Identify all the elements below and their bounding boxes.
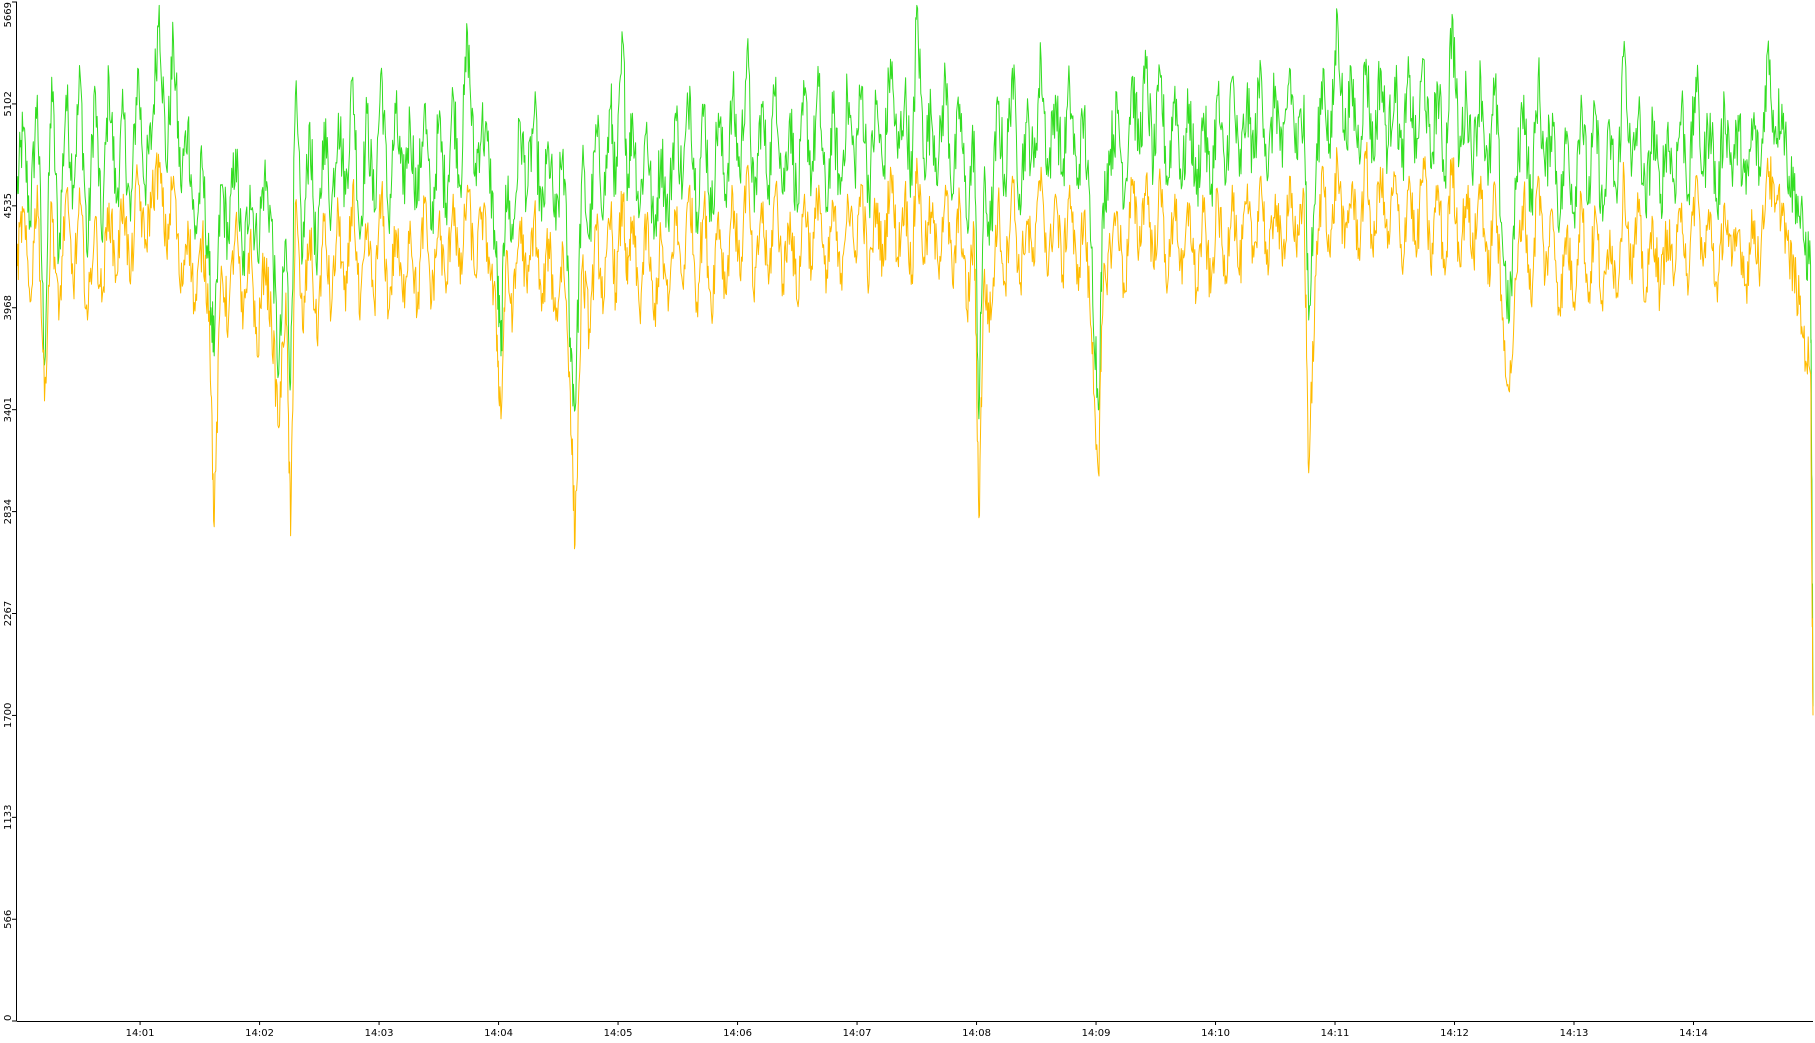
line-chart: 0 566 1133 1700 2267 2834 3401 3968 4535 5102 5669… [0,0,1815,1039]
series-line-2 [16,141,1814,716]
x-tick-label: 14:03 [365,1028,394,1039]
x-tick-label: 14:09 [1082,1028,1111,1039]
y-tick-label: 2267 [3,601,14,626]
y-tick-label: 3401 [3,397,14,422]
y-tick-label: 1133 [3,805,14,830]
y-tick-label: 566 [3,910,14,929]
series-layer [16,4,1814,716]
x-tick-label: 14:12 [1440,1028,1469,1039]
y-tick-label: 2834 [3,499,14,524]
chart-canvas: 0 566 1133 1700 2267 2834 3401 3968 4535 5102 5669… [3,1,1814,1039]
x-tick-label: 14:06 [723,1028,752,1039]
x-tick-label: 14:14 [1679,1028,1708,1039]
y-tick-label: 4535 [3,193,14,218]
x-tick-label: 14:05 [604,1028,633,1039]
y-tick-label: 3968 [3,295,14,320]
x-tick-label: 14:08 [962,1028,991,1039]
series-line-1 [16,4,1814,707]
y-tick-label: 0 [3,1015,14,1021]
x-tick-label: 14:07 [843,1028,872,1039]
x-tick-label: 14:13 [1560,1028,1589,1039]
x-tick-label: 14:11 [1321,1028,1350,1039]
y-tick-label: 1700 [3,703,14,728]
y-tick-label: 5669 [3,2,14,27]
x-tick-label: 14:01 [126,1028,155,1039]
x-tick-label: 14:04 [484,1028,513,1039]
x-tick-label: 14:10 [1201,1028,1230,1039]
x-tick-label: 14:02 [245,1028,274,1039]
y-tick-label: 5102 [3,91,14,116]
